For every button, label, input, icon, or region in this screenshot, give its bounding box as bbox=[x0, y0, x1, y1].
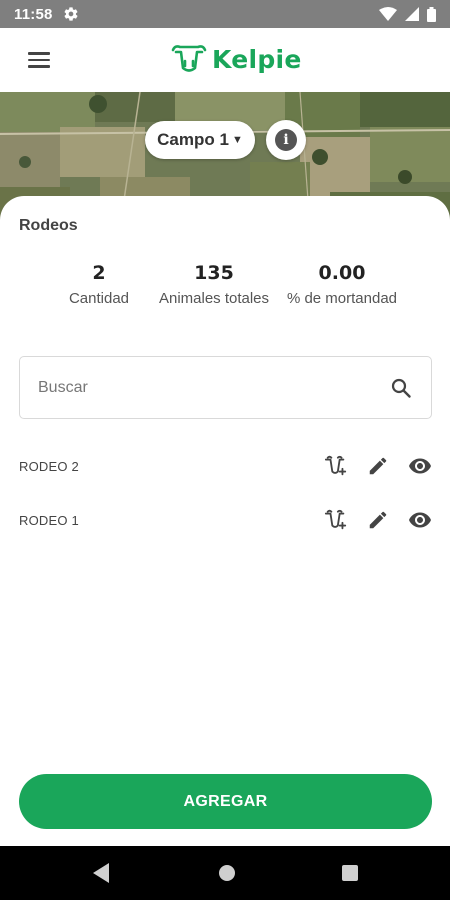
back-icon[interactable] bbox=[91, 862, 111, 884]
status-time: 11:58 bbox=[14, 5, 53, 23]
signal-icon bbox=[405, 7, 419, 21]
add-button[interactable]: AGREGAR bbox=[19, 774, 432, 829]
chevron-down-icon: ▼ bbox=[231, 134, 243, 146]
field-selector[interactable]: Campo 1 ▼ bbox=[145, 121, 255, 159]
info-icon: i bbox=[275, 129, 297, 151]
home-icon[interactable] bbox=[217, 862, 237, 884]
rodeo-name: RODEO 2 bbox=[19, 458, 79, 474]
stat-mortandad: 0.00 % de mortandad bbox=[284, 262, 400, 308]
stat-value: 0.00 bbox=[318, 262, 366, 284]
edit-icon[interactable] bbox=[366, 508, 390, 532]
stat-animales: 135 Animales totales bbox=[156, 262, 272, 308]
rodeos-card: Rodeos 2 Cantidad 135 Animales totales 0… bbox=[0, 196, 450, 846]
view-icon[interactable] bbox=[408, 508, 432, 532]
app-bar: Kelpie bbox=[0, 28, 450, 92]
battery-icon bbox=[427, 6, 436, 22]
search-icon[interactable] bbox=[389, 376, 413, 400]
stat-value: 135 bbox=[194, 262, 234, 284]
menu-button[interactable] bbox=[28, 48, 74, 72]
brand-logo: Kelpie bbox=[170, 42, 302, 76]
edit-icon[interactable] bbox=[366, 454, 390, 478]
stat-label: % de mortandad bbox=[286, 290, 398, 307]
recents-icon[interactable] bbox=[340, 862, 360, 884]
add-animal-icon[interactable] bbox=[324, 454, 348, 478]
stat-cantidad: 2 Cantidad bbox=[39, 262, 159, 308]
cow-logo-icon bbox=[171, 45, 207, 72]
stat-label: Cantidad bbox=[68, 290, 130, 307]
stat-label: Animales totales bbox=[158, 290, 270, 307]
wifi-icon bbox=[379, 7, 397, 21]
settings-icon bbox=[64, 7, 78, 21]
info-button[interactable]: i bbox=[266, 120, 306, 160]
section-title: Rodeos bbox=[19, 217, 78, 234]
list-item[interactable]: RODEO 2 bbox=[19, 446, 432, 486]
brand-name: Kelpie bbox=[212, 44, 302, 74]
search-placeholder: Buscar bbox=[38, 378, 88, 396]
add-animal-icon[interactable] bbox=[324, 508, 348, 532]
view-icon[interactable] bbox=[408, 454, 432, 478]
rodeo-name: RODEO 1 bbox=[19, 512, 79, 528]
status-bar: 11:58 bbox=[0, 0, 450, 28]
system-nav-bar bbox=[0, 846, 450, 900]
stat-value: 2 bbox=[92, 262, 106, 284]
list-item[interactable]: RODEO 1 bbox=[19, 500, 432, 540]
search-field[interactable]: Buscar bbox=[19, 356, 432, 419]
field-selector-label: Campo 1 bbox=[157, 130, 229, 149]
